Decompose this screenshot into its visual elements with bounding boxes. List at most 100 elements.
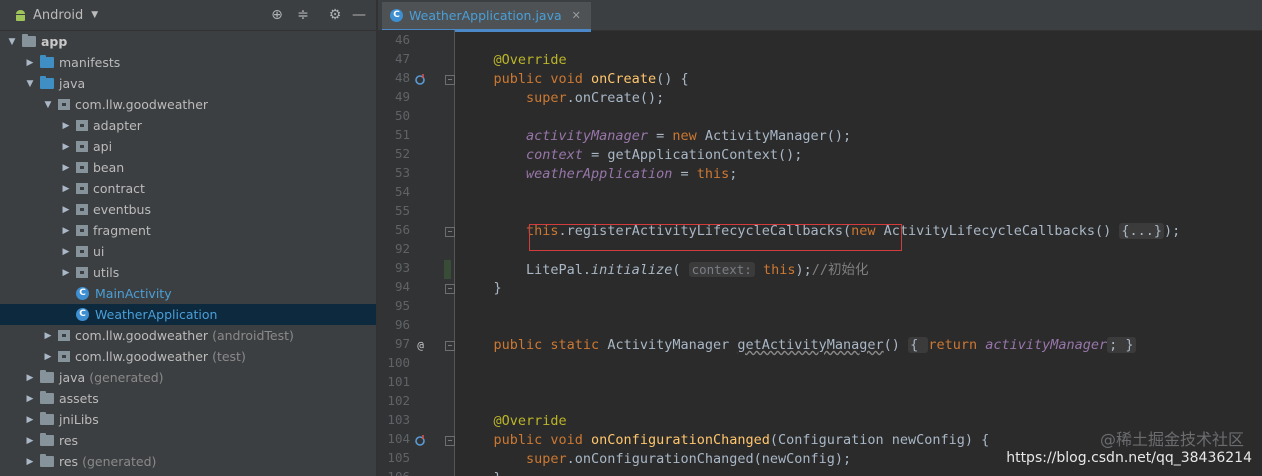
- tree-item[interactable]: ▶ adapter: [0, 115, 376, 136]
- override-marker-icon[interactable]: [414, 73, 427, 86]
- tree-item[interactable]: ▶ api: [0, 136, 376, 157]
- chevron-down-icon[interactable]: ▼: [42, 100, 54, 110]
- code-line[interactable]: }: [455, 279, 1262, 298]
- chevron-right-icon[interactable]: ▶: [60, 247, 72, 257]
- tree-item[interactable]: ▶ java (generated): [0, 367, 376, 388]
- chevron-down-icon[interactable]: ▼: [24, 79, 36, 89]
- tree-item[interactable]: ▼ app: [0, 31, 376, 52]
- locate-icon[interactable]: ⊕: [268, 6, 286, 24]
- code-line[interactable]: [455, 184, 1262, 203]
- code-token: .onConfigurationChanged(newConfig);: [566, 451, 852, 467]
- code-line[interactable]: LitePal.initialize( context: this);//初始化: [455, 260, 1262, 279]
- chevron-right-icon[interactable]: ▶: [24, 58, 36, 68]
- code-line[interactable]: public static ActivityManager getActivit…: [455, 336, 1262, 355]
- tree-item[interactable]: ▶ fragment: [0, 220, 376, 241]
- code-area[interactable]: @Override public void onCreate() { super…: [455, 30, 1262, 476]
- chevron-right-icon[interactable]: ▶: [24, 373, 36, 383]
- gear-icon[interactable]: ⚙: [326, 6, 344, 24]
- override-marker-icon[interactable]: [414, 434, 427, 447]
- code-line[interactable]: public void onCreate() {: [455, 70, 1262, 89]
- chevron-right-icon[interactable]: ▶: [60, 121, 72, 131]
- close-icon[interactable]: ✕: [572, 9, 581, 22]
- tree-item[interactable]: ▶ res (generated): [0, 451, 376, 472]
- chevron-right-icon[interactable]: ▶: [24, 457, 36, 467]
- tree-item[interactable]: ▶ bean: [0, 157, 376, 178]
- code-line[interactable]: context = getApplicationContext();: [455, 146, 1262, 165]
- code-editor: C WeatherApplication.java ✕ 46 47 48 − 49 50 5…: [378, 0, 1262, 476]
- fold-icon[interactable]: −: [445, 75, 455, 85]
- tree-item[interactable]: ▶ utils: [0, 262, 376, 283]
- project-view-selector[interactable]: Android ▼: [0, 8, 98, 23]
- line-number: 93: [394, 260, 410, 275]
- line-gutter: 46 47 48−49 50 51 52 53 54 55 56−92 93 94−95 96 97 @ −1…: [378, 30, 455, 476]
- project-panel: Android ▼ ⊕ ≑ ⚙ — ▼ app ▶ manifests ▼ java ▼ co…: [0, 0, 376, 476]
- chevron-right-icon[interactable]: ▶: [60, 268, 72, 278]
- code-token: .onCreate();: [566, 90, 665, 106]
- line-number: 101: [387, 374, 410, 389]
- fold-icon[interactable]: −: [445, 227, 455, 237]
- collapse-all-icon[interactable]: ≑: [294, 6, 312, 24]
- chevron-right-icon[interactable]: ▶: [60, 205, 72, 215]
- code-line[interactable]: [455, 393, 1262, 412]
- code-line[interactable]: activityManager = new ActivityManager();: [455, 127, 1262, 146]
- chevron-right-icon[interactable]: ▶: [60, 184, 72, 194]
- code-line[interactable]: [455, 108, 1262, 127]
- tab-label: WeatherApplication.java: [409, 8, 562, 23]
- code-line[interactable]: [455, 355, 1262, 374]
- chevron-right-icon[interactable]: ▶: [24, 394, 36, 404]
- code-token: initialize: [591, 262, 673, 278]
- chevron-right-icon[interactable]: ▶: [60, 163, 72, 173]
- tree-item[interactable]: ▶ com.llw.goodweather (test): [0, 346, 376, 367]
- folder-icon: [40, 76, 54, 89]
- change-marker: [444, 260, 451, 279]
- tree-item[interactable]: ▶ manifests: [0, 52, 376, 73]
- package-icon: [58, 99, 70, 110]
- hide-panel-icon[interactable]: —: [350, 6, 368, 24]
- code-line[interactable]: [455, 298, 1262, 317]
- tree-item[interactable]: ▶ ui: [0, 241, 376, 262]
- tree-item[interactable]: ▼ java: [0, 73, 376, 94]
- code-line[interactable]: }: [455, 469, 1262, 476]
- chevron-right-icon[interactable]: ▶: [24, 436, 36, 446]
- chevron-down-icon[interactable]: ▼: [6, 37, 18, 47]
- tree-item[interactable]: ▼ com.llw.goodweather: [0, 94, 376, 115]
- code-line[interactable]: super.onCreate();: [455, 89, 1262, 108]
- tree-item-label: manifests: [59, 55, 121, 70]
- code-line[interactable]: [455, 203, 1262, 222]
- tree-item[interactable]: C MainActivity: [0, 283, 376, 304]
- fold-icon[interactable]: −: [445, 436, 455, 446]
- tree-item[interactable]: ▶ jniLibs: [0, 409, 376, 430]
- tab-weather-application[interactable]: C WeatherApplication.java ✕: [382, 2, 591, 32]
- code-token: =: [672, 166, 697, 182]
- tree-item[interactable]: ▶ contract: [0, 178, 376, 199]
- tree-item[interactable]: ▶ res: [0, 430, 376, 451]
- code-token: @Override: [461, 52, 567, 68]
- code-line[interactable]: [455, 317, 1262, 336]
- chevron-right-icon[interactable]: ▶: [42, 331, 54, 341]
- chevron-right-icon[interactable]: ▶: [60, 142, 72, 152]
- code-line[interactable]: weatherApplication = this;: [455, 165, 1262, 184]
- code-line[interactable]: [455, 374, 1262, 393]
- class-icon: C: [76, 287, 89, 300]
- at-marker-icon[interactable]: @: [414, 339, 427, 352]
- tree-item-label: contract: [93, 181, 145, 196]
- tree-item[interactable]: ▶ com.llw.goodweather (androidTest): [0, 325, 376, 346]
- tree-item[interactable]: ▶ eventbus: [0, 199, 376, 220]
- tree-item-label: com.llw.goodweather: [75, 97, 209, 112]
- tree-item[interactable]: ▶ assets: [0, 388, 376, 409]
- chevron-right-icon[interactable]: ▶: [60, 226, 72, 236]
- chevron-right-icon[interactable]: ▶: [24, 415, 36, 425]
- code-line[interactable]: @Override: [455, 51, 1262, 70]
- tree-item[interactable]: C WeatherApplication: [0, 304, 376, 325]
- code-token: super: [461, 90, 567, 106]
- chevron-right-icon[interactable]: ▶: [42, 352, 54, 362]
- code-line[interactable]: [455, 32, 1262, 51]
- tree-item-label: java: [59, 76, 86, 91]
- fold-icon[interactable]: −: [445, 341, 455, 351]
- code-token: context:: [688, 262, 755, 277]
- fold-icon[interactable]: −: [445, 284, 455, 294]
- code-token: =: [647, 128, 673, 144]
- code-token: public void: [461, 71, 592, 87]
- folder-icon: [40, 412, 54, 425]
